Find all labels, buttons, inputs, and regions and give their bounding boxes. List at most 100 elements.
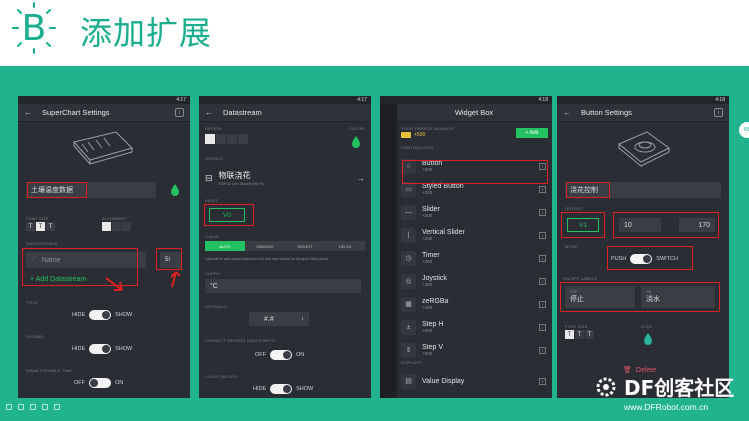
back-arrow-icon[interactable]: ← <box>24 108 32 117</box>
widget-item[interactable]: ± Step H +500 i <box>401 316 548 338</box>
bar-chart-icon[interactable] <box>227 134 237 144</box>
legend-label: LEGEND <box>26 334 44 339</box>
widget-info-icon[interactable]: i <box>539 300 546 308</box>
chart-style-selector[interactable] <box>205 134 248 144</box>
switch[interactable] <box>89 344 112 354</box>
widget-info-icon[interactable]: i <box>539 185 546 193</box>
info-icon[interactable]: i <box>714 108 723 117</box>
widget-info-icon[interactable]: i <box>539 323 546 331</box>
area-chart-icon[interactable] <box>216 134 226 144</box>
font-size-selector[interactable]: T T T <box>26 222 55 231</box>
line-chart-icon[interactable] <box>205 134 215 144</box>
widget-name: Vertical Slider <box>422 229 465 236</box>
alignment-selector[interactable] <box>102 222 131 231</box>
yaxis-values-toggle[interactable]: HIDE SHOW <box>253 384 313 394</box>
binary-chart-icon[interactable] <box>238 134 248 144</box>
back-arrow-icon[interactable]: ← <box>205 108 213 117</box>
font-size-medium[interactable]: T <box>575 330 584 339</box>
brand-name: DF创客社区 <box>624 376 735 400</box>
widget-item[interactable]: ⇕ Step V +500 i <box>401 339 548 361</box>
switch[interactable] <box>89 310 112 320</box>
font-size-small[interactable]: T <box>26 222 35 231</box>
font-size-label: FONT SIZE <box>565 324 588 329</box>
title-highlight <box>27 182 87 198</box>
widget-item[interactable]: ▤ Value Display i <box>401 370 548 392</box>
widget-name: Step V <box>422 344 444 351</box>
app-bar: ← Button Settings i <box>557 104 729 122</box>
switch[interactable] <box>89 378 111 388</box>
widget-name: zeRGBa <box>422 298 449 305</box>
align-right-icon[interactable] <box>122 222 131 231</box>
connect-toggle[interactable]: OFF ON <box>255 350 304 360</box>
widget-item[interactable]: | Vertical Slider +200 i <box>401 224 548 246</box>
widget-name: Styled Button <box>422 183 464 190</box>
name-highlight <box>566 182 610 198</box>
widget-icon: — <box>401 204 416 220</box>
eraser-icon[interactable] <box>30 404 36 410</box>
button-illustration-icon <box>618 131 670 167</box>
suffix-field[interactable]: °C <box>205 279 361 293</box>
legend-visibility-toggle[interactable]: HIDE SHOW <box>72 344 132 354</box>
widget-info-icon[interactable]: i <box>539 377 546 385</box>
add-energy-button[interactable]: + Add <box>516 128 548 138</box>
widget-item[interactable]: ▦ zeRGBa +400 i <box>401 293 548 315</box>
blynk-logo: B <box>12 2 56 54</box>
decimals-dropdown[interactable]: #.# ↓ <box>249 312 309 326</box>
page-title: 添加扩展 <box>80 14 213 52</box>
screen-title: Datastream <box>223 108 262 117</box>
device-selector[interactable]: ⊟ 物联浇花 ESP32 Dev Board (Wi-Fi) → <box>205 166 365 190</box>
tab-minmax[interactable]: MIN/MAX <box>245 241 285 251</box>
font-size-large[interactable]: T <box>46 222 55 231</box>
widget-info-icon[interactable]: i <box>539 346 546 354</box>
color-drop-icon[interactable] <box>170 183 180 197</box>
color-drop-icon[interactable] <box>643 332 653 346</box>
displays-label: DISPLAYS <box>401 360 422 365</box>
status-bar: 4:18 <box>380 96 552 104</box>
marker-icon[interactable] <box>18 404 24 410</box>
app-bar: ← Datastream <box>199 104 371 122</box>
dimmed-canvas <box>380 104 397 398</box>
font-size-selector[interactable]: T T T <box>565 330 594 339</box>
pointer-icon[interactable] <box>42 404 48 410</box>
flexible-time-toggle[interactable]: OFF ON <box>74 378 123 388</box>
widget-icon: ▤ <box>401 373 416 389</box>
menu-icon[interactable] <box>54 404 60 410</box>
screen-title: SuperChart Settings <box>42 108 110 117</box>
align-left-icon[interactable] <box>102 222 111 231</box>
color-drop-icon[interactable] <box>351 135 361 149</box>
pin-highlight <box>561 212 605 238</box>
tab-delta[interactable]: DELTA <box>325 241 365 251</box>
yaxis-label: Y-AXIS <box>205 234 219 239</box>
font-size-small[interactable]: T <box>565 330 574 339</box>
tab-height[interactable]: HEIGHT <box>285 241 325 251</box>
widget-icon: | <box>401 227 416 243</box>
switch[interactable] <box>270 384 293 394</box>
datastream-screen: 4:17 ← Datastream DESIGN COLOR SOURCE ⊟ … <box>199 96 371 398</box>
switch[interactable] <box>270 350 292 360</box>
settings-button-highlight <box>156 248 182 270</box>
onoff-labels-label: ON/OFF LABELS <box>563 276 597 281</box>
design-label: DESIGN <box>205 126 222 131</box>
back-arrow-icon[interactable]: ← <box>563 108 571 117</box>
font-size-large[interactable]: T <box>585 330 594 339</box>
widget-cost: +500 <box>422 351 433 356</box>
widget-item[interactable]: ◷ Timer +200 i <box>401 247 548 269</box>
widget-info-icon[interactable]: i <box>539 231 546 239</box>
status-bar: 4:17 <box>18 96 190 104</box>
widget-info-icon[interactable]: i <box>539 208 546 216</box>
info-icon[interactable]: i <box>175 108 184 117</box>
pen-icon[interactable] <box>6 404 12 410</box>
app-bar: ← SuperChart Settings i <box>18 104 190 122</box>
side-tab: 68 <box>739 122 749 138</box>
add-datastream-button[interactable]: + Add Datastream <box>30 276 86 283</box>
title-visibility-toggle[interactable]: HIDE SHOW <box>72 310 132 320</box>
align-center-icon[interactable] <box>112 222 121 231</box>
widget-item[interactable]: — Slider +200 i <box>401 201 548 223</box>
tab-auto[interactable]: AUTO <box>205 241 245 251</box>
screen-title: Widget Box <box>454 108 494 117</box>
widget-info-icon[interactable]: i <box>539 277 546 285</box>
widget-item[interactable]: ◎ Joystick +400 i <box>401 270 548 292</box>
widget-info-icon[interactable]: i <box>539 254 546 262</box>
font-size-medium[interactable]: T <box>36 222 45 231</box>
widget-box-screen: 4:18 Widget Box YOUR ENERGY BALANCE +500… <box>380 96 552 398</box>
